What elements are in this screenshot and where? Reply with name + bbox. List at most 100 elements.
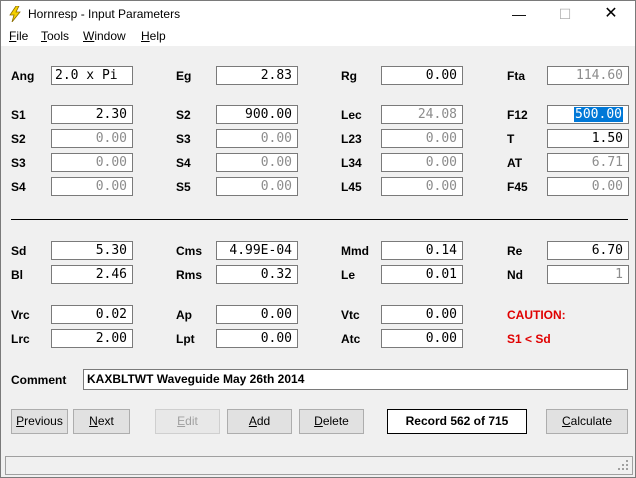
s3-field[interactable]: 0.00 [216,129,298,148]
s2-row-field[interactable]: 0.00 [51,129,133,148]
previous-label: revious [24,414,63,428]
next-label: ext [97,414,114,428]
caution-title: CAUTION: [507,308,566,322]
atc-field[interactable]: 0.00 [381,329,463,348]
rms-field[interactable]: 0.32 [216,265,298,284]
add-button[interactable]: Add [227,409,292,434]
vrc-label: Vrc [11,308,30,322]
calculate-label: alculate [570,414,613,428]
window-title: Hornresp - Input Parameters [28,7,181,21]
l23-label: L23 [341,132,362,146]
nd-field[interactable]: 1 [547,265,629,284]
s3-row-field[interactable]: 0.00 [51,153,133,172]
l23-field[interactable]: 0.00 [381,129,463,148]
at-label: AT [507,156,523,170]
vtc-field[interactable]: 0.00 [381,305,463,324]
bl-label: Bl [11,268,23,282]
le-field[interactable]: 0.01 [381,265,463,284]
record-indicator: Record 562 of 715 [387,409,527,434]
menu-window[interactable]: Window [83,29,126,43]
edit-label: dit [185,414,198,428]
mmd-field[interactable]: 0.14 [381,241,463,260]
fta-label: Fta [507,69,525,83]
caution-message: S1 < Sd [507,332,551,346]
lrc-field[interactable]: 2.00 [51,329,133,348]
s4-label: S4 [176,156,191,170]
s4-row-field[interactable]: 0.00 [51,177,133,196]
s1-field[interactable]: 2.30 [51,105,133,124]
status-bar [5,456,633,475]
menu-window-label: indow [94,29,126,43]
sd-field[interactable]: 5.30 [51,241,133,260]
nd-label: Nd [507,268,523,282]
lrc-label: Lrc [11,332,30,346]
t-field[interactable]: 1.50 [547,129,629,148]
ap-field[interactable]: 0.00 [216,305,298,324]
next-key: N [89,414,98,428]
vrc-field[interactable]: 0.02 [51,305,133,324]
edit-button[interactable]: Edit [155,409,220,434]
f12-label: F12 [507,108,528,122]
menu-help-label: elp [149,29,166,43]
atc-label: Atc [341,332,361,346]
s3-row-label: S3 [11,156,26,170]
previous-key: P [16,414,25,428]
l45-field[interactable]: 0.00 [381,177,463,196]
s5-field[interactable]: 0.00 [216,177,298,196]
minimize-button[interactable]: — [496,1,542,27]
menu-help-key: H [141,29,150,43]
maximize-button[interactable]: ☐ [542,1,588,27]
menu-file[interactable]: File [9,29,28,43]
vtc-label: Vtc [341,308,360,322]
delete-label: elete [322,414,349,428]
rms-label: Rms [176,268,203,282]
menu-tools-label: ools [47,29,70,43]
re-field[interactable]: 6.70 [547,241,629,260]
lec-label: Lec [341,108,362,122]
edit-key: E [177,414,186,428]
ang-label: Ang [11,69,35,83]
sd-label: Sd [11,244,27,258]
at-field[interactable]: 6.71 [547,153,629,172]
lec-field[interactable]: 24.08 [381,105,463,124]
l34-field[interactable]: 0.00 [381,153,463,172]
rg-label: Rg [341,69,357,83]
add-key: A [248,414,257,428]
delete-button[interactable]: Delete [299,409,364,434]
ang-field[interactable]: 2.0 x Pi [51,66,133,85]
menu-window-key: W [83,29,95,43]
lightning-icon [9,6,21,22]
s4-field[interactable]: 0.00 [216,153,298,172]
eg-label: Eg [176,69,192,83]
bl-field[interactable]: 2.46 [51,265,133,284]
previous-button[interactable]: Previous [11,409,68,434]
input-parameters-panel: Ang 2.0 x Pi Eg 2.83 Rg 0.00 Fta 114.60 … [1,46,635,454]
ap-label: Ap [176,308,192,322]
title-bar[interactable]: Hornresp - Input Parameters — ☐ ✕ [1,1,635,27]
lpt-field[interactable]: 0.00 [216,329,298,348]
s2-field[interactable]: 900.00 [216,105,298,124]
menu-tools[interactable]: Tools [41,29,69,43]
menu-file-label: ile [16,29,29,43]
close-button[interactable]: ✕ [588,1,634,27]
calculate-button[interactable]: Calculate [546,409,628,434]
cms-field[interactable]: 4.99E-04 [216,241,298,260]
f45-label: F45 [507,180,528,194]
f12-field[interactable]: 500.00 [547,105,629,124]
s2-row-label: S2 [11,132,26,146]
le-label: Le [341,268,356,282]
t-label: T [507,132,515,146]
mmd-label: Mmd [341,244,369,258]
rg-field[interactable]: 0.00 [381,66,463,85]
s2-label: S2 [176,108,191,122]
comment-field[interactable]: KAXBLTWT Waveguide May 26th 2014 [83,369,628,390]
lpt-label: Lpt [176,332,195,346]
fta-field[interactable]: 114.60 [547,66,629,85]
comment-label: Comment [11,373,67,387]
next-button[interactable]: Next [73,409,130,434]
eg-field[interactable]: 2.83 [216,66,298,85]
resize-grip-icon[interactable] [617,459,629,471]
f45-field[interactable]: 0.00 [547,177,629,196]
menu-bar: File Tools Window Help [1,27,635,46]
menu-help[interactable]: Help [141,29,166,43]
